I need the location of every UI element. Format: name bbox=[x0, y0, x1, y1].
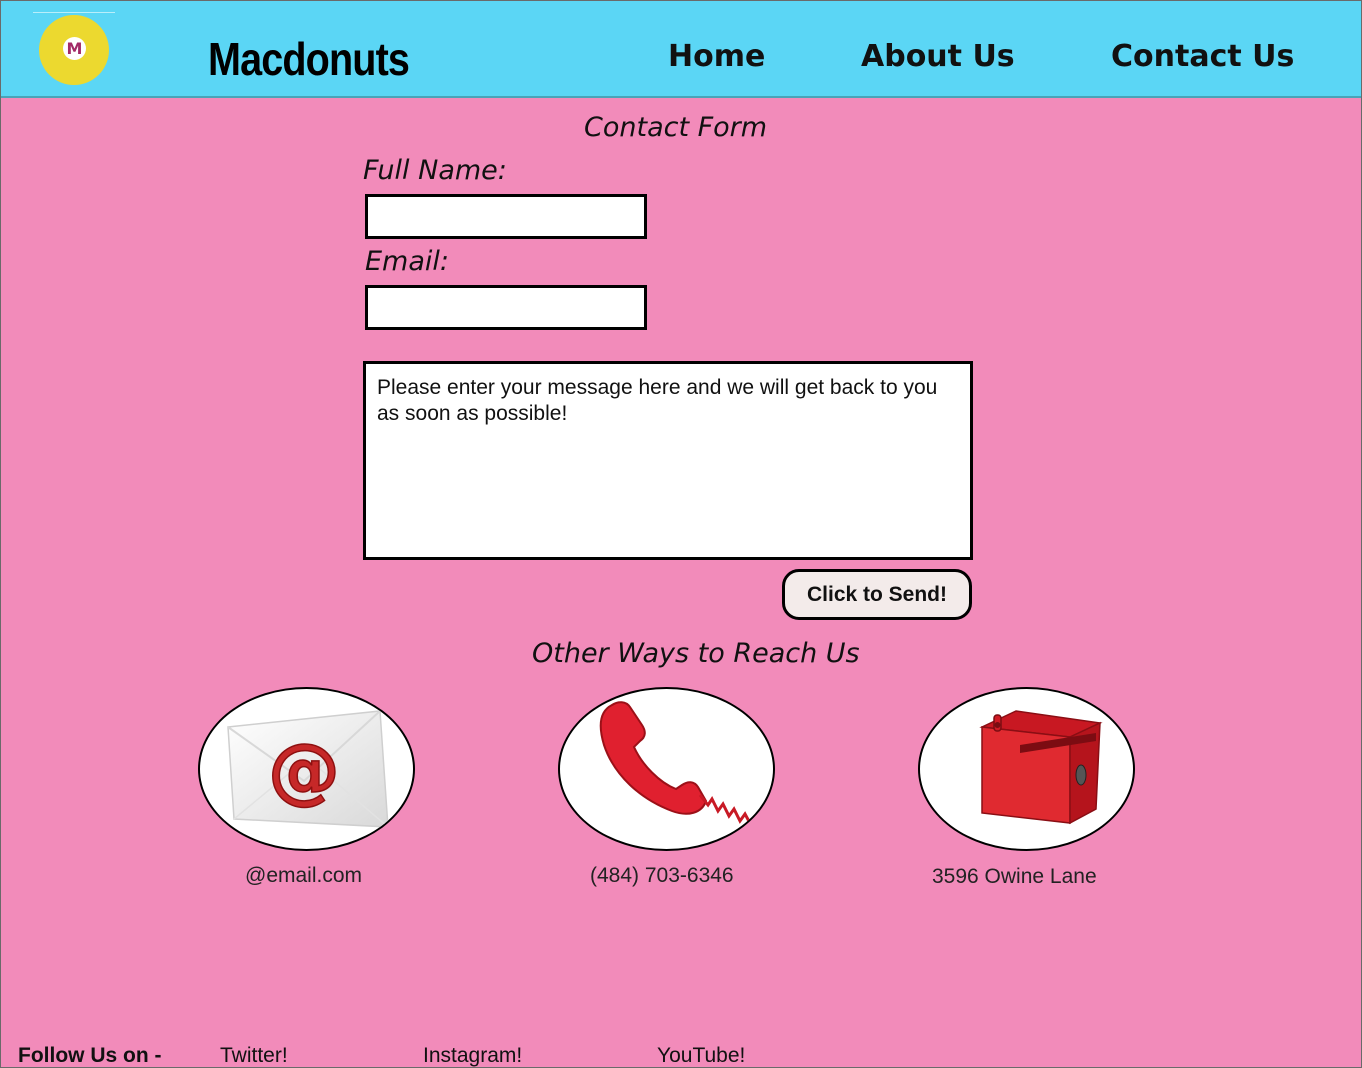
other-ways-title: Other Ways to Reach Us bbox=[532, 638, 860, 669]
full-name-input[interactable] bbox=[365, 194, 647, 239]
contact-form-title: Contact Form bbox=[584, 112, 768, 143]
logo-letter: M bbox=[63, 37, 86, 60]
logo-divider bbox=[33, 12, 115, 13]
youtube-link[interactable]: YouTube! bbox=[657, 1043, 745, 1067]
site-header: M Macdonuts Home About Us Contact Us bbox=[1, 1, 1361, 98]
street-address-text: 3596 Owine Lane bbox=[932, 865, 1097, 888]
email-contact-circle[interactable]: @ bbox=[198, 687, 415, 851]
logo[interactable]: M bbox=[39, 15, 109, 85]
mailbox-icon bbox=[979, 710, 1103, 825]
brand-title: Macdonuts bbox=[208, 33, 410, 85]
page: M Macdonuts Home About Us Contact Us Con… bbox=[0, 0, 1362, 1068]
email-envelope-icon: @ bbox=[227, 710, 389, 828]
message-textarea[interactable] bbox=[363, 361, 973, 560]
mailbox-contact-circle[interactable] bbox=[918, 687, 1135, 851]
svg-text:@: @ bbox=[268, 728, 340, 812]
email-address-text: @email.com bbox=[245, 864, 363, 887]
follow-us-label: Follow Us on - bbox=[18, 1044, 162, 1067]
twitter-link[interactable]: Twitter! bbox=[220, 1043, 288, 1067]
email-input[interactable] bbox=[365, 285, 647, 330]
nav-about-us-link[interactable]: About Us bbox=[861, 39, 1015, 75]
nav-home-link[interactable]: Home bbox=[668, 39, 765, 75]
send-button[interactable]: Click to Send! bbox=[782, 569, 972, 620]
telephone-icon bbox=[599, 701, 753, 826]
phone-contact-circle[interactable] bbox=[558, 687, 775, 851]
full-name-label: Full Name: bbox=[363, 155, 507, 186]
phone-number-text: (484) 703-6346 bbox=[590, 864, 734, 887]
email-label: Email: bbox=[365, 246, 450, 277]
nav-contact-us-link[interactable]: Contact Us bbox=[1111, 39, 1294, 75]
instagram-link[interactable]: Instagram! bbox=[423, 1043, 522, 1067]
